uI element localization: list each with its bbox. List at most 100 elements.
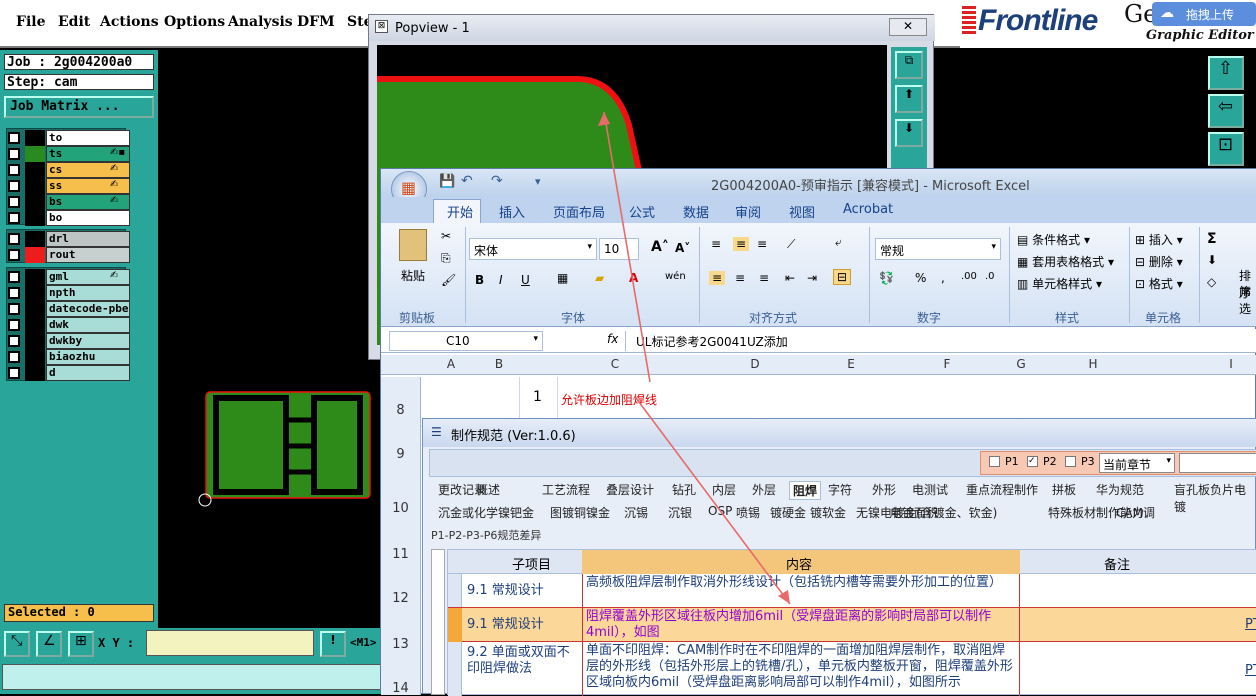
header-note[interactable]: 备注 <box>1104 554 1130 573</box>
upload-button[interactable]: ☁ 拖拽上传 <box>1152 2 1256 26</box>
layer-color-swatch[interactable] <box>25 194 45 210</box>
spec-row-3-link[interactable]: PTFE <box>1242 662 1256 680</box>
layer-checkbox[interactable] <box>8 271 20 283</box>
layer-checkbox[interactable] <box>8 132 20 144</box>
layer-color-swatch[interactable] <box>25 231 45 247</box>
layer-color-swatch[interactable] <box>25 349 45 365</box>
menu-options[interactable]: Options <box>164 14 225 30</box>
layer-row-cs[interactable]: cs ✍ <box>6 162 130 178</box>
align-bottom-icon[interactable]: ≡ <box>757 237 767 251</box>
layer-name[interactable]: dwk <box>46 317 130 333</box>
row-header-14[interactable]: 14 <box>381 657 421 696</box>
align-right-icon[interactable]: ≡ <box>759 271 769 285</box>
job-matrix-button[interactable]: Job Matrix ... <box>4 96 154 118</box>
layer-name[interactable]: drl <box>46 231 130 247</box>
spec-tab-2[interactable]: 工艺流程 <box>539 481 593 498</box>
merge-center-icon[interactable]: ⊟ <box>833 269 852 285</box>
menu-edit[interactable]: Edit <box>58 14 90 30</box>
tab-insert[interactable]: 插入 <box>499 202 525 221</box>
spec-tab2-7[interactable]: 镀软金 <box>807 504 849 521</box>
layer-checkbox[interactable] <box>8 319 20 331</box>
layer-row-dwk[interactable]: dwk <box>6 317 130 333</box>
format-as-table-button[interactable]: ▦ 套用表格格式 ▾ <box>1017 253 1114 270</box>
spec-tab-3[interactable]: 叠层设计 <box>603 481 657 498</box>
right-tool-3[interactable]: ⊡ <box>1208 132 1244 166</box>
col-header-h[interactable]: H <box>1083 357 1103 371</box>
col-header-f[interactable]: F <box>937 357 957 371</box>
tab-review[interactable]: 审阅 <box>735 202 761 221</box>
chapter-select[interactable]: 当前章节 ▾ <box>1099 453 1175 473</box>
increase-indent-icon[interactable]: ⇥ <box>807 271 817 285</box>
shrink-font-icon[interactable]: A˅ <box>675 241 690 255</box>
layer-row-to[interactable]: to <box>6 130 130 146</box>
layer-color-swatch[interactable] <box>25 130 45 146</box>
format-cells-button[interactable]: ⊡ 格式 ▾ <box>1135 275 1183 292</box>
layer-checkbox[interactable] <box>8 233 20 245</box>
layer-name[interactable]: bo <box>46 210 130 226</box>
spec-tab2-1[interactable]: 图镀铜镍金 <box>547 504 613 521</box>
layer-name[interactable]: datecode-pbe <box>46 301 130 317</box>
decrease-decimal-icon[interactable]: .0 <box>985 271 995 282</box>
increase-decimal-icon[interactable]: .00 <box>961 271 977 282</box>
number-format-select[interactable]: 常规 ▾ <box>875 238 1001 260</box>
filter-label[interactable]: 筛选 <box>1239 283 1256 317</box>
font-color-icon[interactable]: A <box>629 271 638 285</box>
comma-icon[interactable]: , <box>941 271 945 285</box>
layer-checkbox[interactable] <box>8 196 20 208</box>
tab-view[interactable]: 视图 <box>789 202 815 221</box>
layer-color-swatch[interactable] <box>25 210 45 226</box>
cell-c8[interactable]: 允许板边加阻焊线 <box>561 391 657 408</box>
popview-close-button[interactable]: ✕ <box>889 18 927 36</box>
col-header-c[interactable]: C <box>605 357 625 371</box>
paste-label[interactable]: 粘贴 <box>401 267 425 284</box>
layer-row-ss[interactable]: ss ✍ <box>6 178 130 194</box>
header-subitem[interactable]: 子项目 <box>512 554 551 573</box>
layer-checkbox[interactable] <box>8 249 20 261</box>
col-header-a[interactable]: A <box>441 357 461 371</box>
layer-checkbox[interactable] <box>8 303 20 315</box>
layer-color-swatch[interactable] <box>25 285 45 301</box>
wrap-text-icon[interactable]: ⤶ <box>835 235 842 250</box>
layer-color-swatch[interactable] <box>25 365 45 381</box>
spec-tab2-9[interactable]: 电镀面积 <box>887 504 941 521</box>
fill-color-icon[interactable]: ▰ <box>595 271 604 285</box>
bold-icon[interactable]: B <box>475 273 484 287</box>
tab-home[interactable]: 开始 <box>447 202 473 221</box>
p1-checkbox[interactable] <box>989 456 1000 467</box>
paste-icon[interactable] <box>399 229 427 261</box>
spec-row-2-link[interactable]: PTFE <box>1242 616 1256 634</box>
spec-tab-6[interactable]: 外层 <box>749 481 779 498</box>
row-header-8[interactable]: 8 <box>381 377 421 427</box>
layer-checkbox[interactable] <box>8 180 20 192</box>
layer-name[interactable]: d <box>46 365 130 381</box>
row-header-9[interactable]: 9 <box>381 427 421 473</box>
layer-checkbox[interactable] <box>8 335 20 347</box>
menu-file[interactable]: File <box>16 14 45 30</box>
spec-tab-5[interactable]: 内层 <box>709 481 739 498</box>
spec-tab-9[interactable]: 外形 <box>869 481 899 498</box>
layer-color-swatch[interactable] <box>25 146 45 162</box>
layer-row-npth[interactable]: npth <box>6 285 130 301</box>
menu-analysis[interactable]: Analysis <box>228 14 293 30</box>
layer-color-swatch[interactable] <box>25 269 45 285</box>
formula-input[interactable]: UL标记参考2G0041UZ添加 <box>625 331 1255 351</box>
undo-icon[interactable]: ↶ <box>461 173 473 189</box>
align-middle-icon[interactable]: ≡ <box>733 237 750 251</box>
layer-checkbox[interactable] <box>8 351 20 363</box>
redo-icon[interactable]: ↷ <box>491 173 503 189</box>
layer-checkbox[interactable] <box>8 164 20 176</box>
angle-tool-button[interactable]: ∠ <box>36 631 62 657</box>
tab-acrobat[interactable]: Acrobat <box>843 202 893 217</box>
conditional-format-button[interactable]: ▤ 条件格式 ▾ <box>1017 231 1090 248</box>
layer-row-ts[interactable]: ts ✍▪ <box>6 146 130 162</box>
save-icon[interactable]: 💾 <box>439 174 455 189</box>
right-tool-1[interactable]: ⇧ <box>1208 56 1244 90</box>
header-content[interactable]: 内容 <box>786 554 812 573</box>
popview-tool-3[interactable]: ⬇ <box>895 119 923 147</box>
align-left-icon[interactable]: ≡ <box>709 271 726 285</box>
cell-styles-button[interactable]: ▥ 单元格样式 ▾ <box>1017 275 1102 292</box>
layer-row-dwkby[interactable]: dwkby <box>6 333 130 349</box>
layer-color-swatch[interactable] <box>25 333 45 349</box>
col-header-b[interactable]: B <box>489 357 509 371</box>
spec-tab2-4[interactable]: OSP <box>705 504 735 518</box>
